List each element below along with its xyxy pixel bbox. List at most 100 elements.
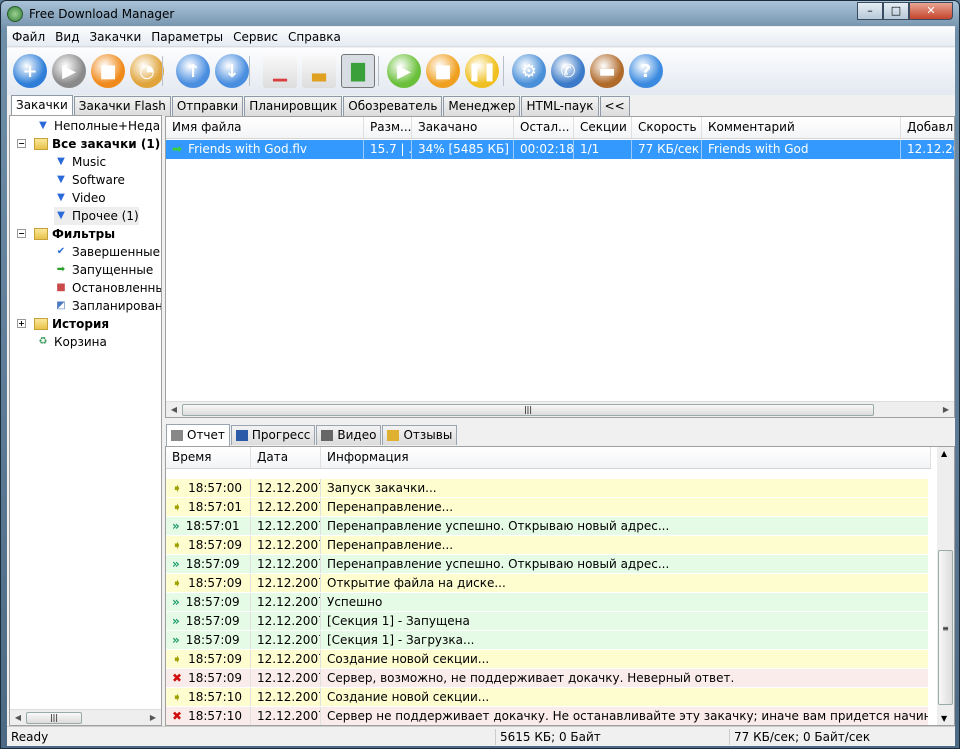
expand-icon[interactable]: + <box>17 319 26 328</box>
tree-item-завершенные[interactable]: ✔ Завершенные <box>54 243 160 261</box>
scroll-up-icon[interactable]: ▲ <box>941 449 947 458</box>
menu-вид[interactable]: Вид <box>50 30 84 44</box>
scrollbar-thumb[interactable]: ||| <box>182 404 874 416</box>
column-header-закачано[interactable]: Закачано <box>412 117 514 138</box>
log-vertical-scrollbar[interactable]: ▲ ≡ ▼ <box>937 447 954 725</box>
log-row[interactable]: ➧ 18:57:09 12.12.2007 Перенаправление... <box>166 536 928 555</box>
help-button[interactable]: ? <box>629 54 663 88</box>
minimize-button[interactable]: – <box>857 2 883 20</box>
tab-отправки[interactable]: Отправки <box>171 96 244 116</box>
log-row[interactable]: ➧ 18:57:10 12.12.2007 Создание новой секции… <box>166 688 928 707</box>
column-header-время[interactable]: Время <box>166 447 251 468</box>
column-header-скорость[interactable]: Скорость <box>632 117 702 138</box>
log-row[interactable]: ➧ 18:57:00 12.12.2007 Запуск закачки... <box>166 479 928 498</box>
tree-item-software[interactable]: ▼ Software <box>54 171 125 189</box>
pause-all-button[interactable]: ❚❚ <box>465 54 499 88</box>
log-row[interactable]: » 18:57:09 12.12.2007 [Секция 1] - Загрузка… <box>166 631 928 650</box>
traffic-medium-button[interactable]: ▃ <box>302 54 336 88</box>
tree-horizontal-scrollbar[interactable]: ◀ ||| ▶ <box>10 709 161 725</box>
traffic-low-button[interactable]: ▁ <box>263 54 297 88</box>
tree-item-все-закачки-1[interactable]: − Все закачки (1) <box>17 135 160 153</box>
scroll-right-icon[interactable]: ▶ <box>938 402 954 417</box>
menu-закачки[interactable]: Закачки <box>84 30 146 44</box>
column-header-остал[interactable]: Остал... <box>514 117 574 138</box>
community-globe-button[interactable]: ✆ <box>551 54 585 88</box>
main-tabs: Закачки Закачки Flash Отправки Планировщик О… <box>11 95 631 116</box>
collapse-icon[interactable]: − <box>17 229 26 238</box>
start-all-button[interactable]: ▶ <box>387 54 421 88</box>
log-row[interactable]: » 18:57:09 12.12.2007 Перенаправление успеш… <box>166 555 928 574</box>
start-button[interactable]: ▶ <box>52 54 86 88</box>
scrollbar-thumb[interactable]: ≡ <box>938 550 953 705</box>
tree-item-корзина[interactable]: ♻ Корзина <box>36 333 107 351</box>
menu-сервис[interactable]: Сервис <box>228 30 283 44</box>
error-x-icon: ✖ <box>172 671 183 685</box>
tab-отзывы[interactable]: Отзывы <box>382 425 458 445</box>
move-up-button[interactable]: ↑ <box>176 54 210 88</box>
log-row[interactable]: » 18:57:09 12.12.2007 Успешно <box>166 593 928 612</box>
tab-scroll-left[interactable]: << <box>599 96 630 116</box>
cell-info: Создание новой секции... <box>327 652 490 666</box>
tree-item-фильтры[interactable]: − Фильтры <box>17 225 115 243</box>
tree-item-label: Запланированн <box>72 299 162 313</box>
log-row[interactable]: » 18:57:09 12.12.2007 [Секция 1] - Запущена <box>166 612 928 631</box>
column-header-добавле[interactable]: Добавле <box>901 117 954 138</box>
scrollbar-thumb[interactable]: ||| <box>26 712 82 724</box>
close-button[interactable]: ✕ <box>909 2 953 20</box>
tab-html-паук[interactable]: HTML-паук <box>521 96 599 116</box>
tree-item-video[interactable]: ▼ Video <box>54 189 105 207</box>
tab-закачки-flash[interactable]: Закачки Flash <box>73 96 171 116</box>
stop-all-button[interactable]: ■ <box>426 54 460 88</box>
scroll-left-icon[interactable]: ◀ <box>166 402 182 417</box>
collapse-icon[interactable]: − <box>17 139 26 148</box>
scheduler-alarm-clock-button[interactable]: ◔ <box>130 54 164 88</box>
cell-time: ✖ 18:57:10 <box>166 707 251 725</box>
menu-параметры[interactable]: Параметры <box>146 30 228 44</box>
traffic-high-button[interactable]: ▇ <box>341 54 375 88</box>
log-row[interactable]: ✖ 18:57:10 12.12.2007 Сервер не поддерживае… <box>166 707 928 725</box>
book-button[interactable]: ▬ <box>590 54 624 88</box>
column-header-имя-файла[interactable]: Имя файла <box>166 117 364 138</box>
tree-item-запланированн[interactable]: ◩ Запланированн <box>54 297 162 315</box>
cell-комментарий: Friends with God <box>702 140 901 159</box>
tab-видео[interactable]: Видео <box>316 425 382 445</box>
log-row[interactable]: ✖ 18:57:09 12.12.2007 Сервер, возможно, не … <box>166 669 928 688</box>
column-header-разм[interactable]: Разм... <box>364 117 412 138</box>
menu-файл[interactable]: Файл <box>7 30 50 44</box>
tab-планировщик[interactable]: Планировщик <box>244 96 343 116</box>
tab-обозреватель[interactable]: Обозреватель <box>343 96 443 116</box>
tree-item-запущенные[interactable]: ➡ Запущенные <box>54 261 153 279</box>
cell-date: 12.12.2007 <box>251 650 321 668</box>
column-header-информация[interactable]: Информация <box>321 447 931 468</box>
menu-справка[interactable]: Справка <box>283 30 346 44</box>
log-row[interactable]: » 18:57:01 12.12.2007 Перенаправление успеш… <box>166 517 928 536</box>
stop-button[interactable]: ■ <box>91 54 125 88</box>
cell-date: 12.12.2007 <box>251 688 321 706</box>
log-row[interactable]: ➧ 18:57:09 12.12.2007 Открытие файла на дис… <box>166 574 928 593</box>
log-row[interactable]: ➧ 18:57:01 12.12.2007 Перенаправление... <box>166 498 928 517</box>
scroll-right-icon[interactable]: ▶ <box>145 710 161 725</box>
move-down-button[interactable]: ↓ <box>215 54 249 88</box>
tree-item-история[interactable]: + История <box>17 315 109 333</box>
tab-отчет[interactable]: Отчет <box>166 424 230 446</box>
column-header-комментарий[interactable]: Комментарий <box>702 117 901 138</box>
add-download-button[interactable]: + <box>13 54 47 88</box>
log-row[interactable]: ➧ 18:57:09 12.12.2007 Создание новой секции… <box>166 650 928 669</box>
tree-item-неполные-недавн[interactable]: ▼ Неполные+Недавн <box>36 117 161 135</box>
column-header-дата[interactable]: Дата <box>251 447 321 468</box>
downloads-horizontal-scrollbar[interactable]: ◀ ||| ▶ <box>166 401 954 417</box>
settings-gear-button[interactable]: ⚙ <box>512 54 546 88</box>
tab-прогресс[interactable]: Прогресс <box>230 425 316 445</box>
scroll-left-icon[interactable]: ◀ <box>10 710 26 725</box>
scroll-down-icon[interactable]: ▼ <box>941 714 947 723</box>
tree-item-остановленные[interactable]: ■ Остановленные <box>54 279 161 297</box>
download-row[interactable]: ➡ Friends with God.flv 15.7 | ... 34% [5485… <box>166 140 954 159</box>
tree-item-music[interactable]: ▼ Music <box>54 153 106 171</box>
info-arrow-icon: ➧ <box>172 652 183 666</box>
maximize-button[interactable]: □ <box>883 2 909 20</box>
tab-закачки[interactable]: Закачки <box>11 95 73 116</box>
tree-item-прочее-1[interactable]: ▼ Прочее (1) <box>54 207 139 225</box>
tab-менеджер[interactable]: Менеджер <box>443 96 521 116</box>
download-arrow-icon: ▼ <box>57 210 65 221</box>
column-header-секции[interactable]: Секции <box>574 117 632 138</box>
